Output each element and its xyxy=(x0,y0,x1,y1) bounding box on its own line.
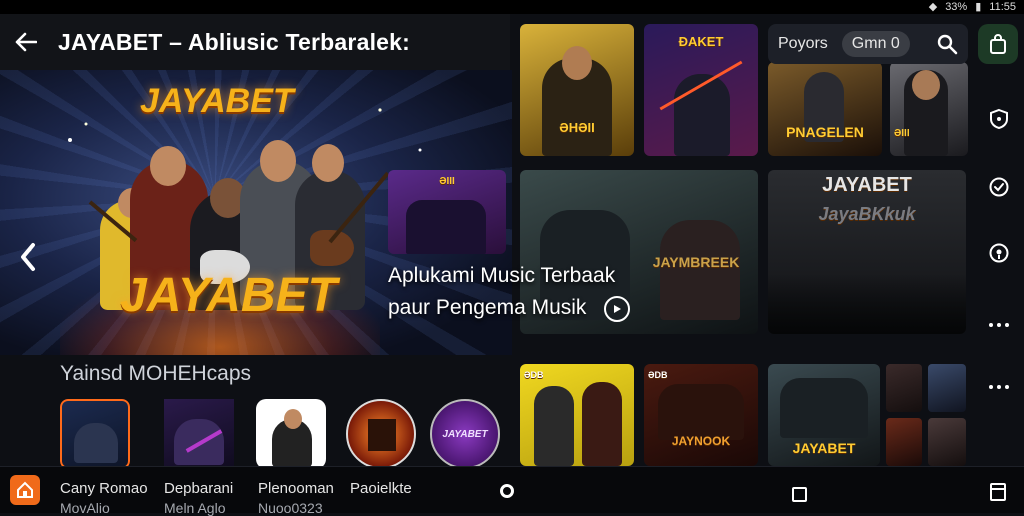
bottom-nav-bar: Cany Romao MovAlio Depbarani Meln Aglo P… xyxy=(0,466,1024,516)
tile-caption: ƏDB xyxy=(524,370,544,380)
tile-caption: PNAGELEN xyxy=(786,124,864,140)
status-time: 11:55 xyxy=(989,1,1016,13)
tile-subcaption: JayaBKkuk xyxy=(818,204,916,224)
system-menu-button[interactable] xyxy=(990,483,1006,501)
band-silhouette xyxy=(780,378,868,438)
tile-caption: ƏIII xyxy=(439,176,455,187)
album-tile[interactable]: JAYNOOK ƏDB xyxy=(644,364,758,466)
bottom-nav-item-1-sub: MovAlio xyxy=(60,500,110,516)
wifi-icon: ◆ xyxy=(928,1,938,13)
tile-caption: JAYABET xyxy=(822,174,912,196)
band-member-head xyxy=(150,146,186,186)
app-icon-tile[interactable] xyxy=(164,399,234,469)
thumb-tile[interactable] xyxy=(886,418,922,466)
clock-check-icon[interactable] xyxy=(986,174,1012,200)
hero-brand-bottom: JAYABET xyxy=(120,269,337,322)
tile-caption: JAYABET xyxy=(792,440,856,456)
battery-icon: ▮ xyxy=(975,1,982,13)
album-tile[interactable]: JAYABET xyxy=(768,364,880,466)
play-icon[interactable] xyxy=(604,296,630,322)
bottom-nav-item-2[interactable]: Depbarani xyxy=(164,480,233,497)
filter-chip[interactable]: Poyors xyxy=(768,31,838,57)
home-icon xyxy=(17,481,33,498)
artist-figure xyxy=(582,382,622,466)
page-title: JAYABET – Abliusic Terbaralek: xyxy=(58,28,410,55)
tile-caption: JAYMBREEK xyxy=(652,254,740,270)
album-tile[interactable]: ĐAKET xyxy=(644,24,758,156)
album-tile[interactable]: PNAGELEN xyxy=(768,62,882,156)
carousel-prev-chevron-icon[interactable] xyxy=(16,240,40,274)
album-tile[interactable]: ƏDB xyxy=(520,364,634,466)
status-bar: ◆ 33% ▮ 11:55 xyxy=(0,0,1024,14)
band-silhouette xyxy=(660,220,740,320)
crowd-shadow xyxy=(768,274,966,334)
search-icon[interactable] xyxy=(936,33,958,55)
tile-caption: ƏDB xyxy=(648,370,668,380)
section-title: Yainsd MOHEHcaps xyxy=(60,362,252,385)
album-tile[interactable]: ƏIII xyxy=(388,170,506,254)
featured-title: Aplukami Music Terbaak xyxy=(388,264,616,287)
app-icon-tile[interactable] xyxy=(60,399,130,469)
filter-chip-selected[interactable]: Gmn 0 xyxy=(841,31,910,57)
shield-icon[interactable] xyxy=(986,106,1012,132)
band-member-head xyxy=(312,144,344,182)
tile-caption: ƏIII xyxy=(894,128,910,139)
album-tile[interactable]: JAYABET JayaBKkuk xyxy=(768,170,966,334)
artist-head xyxy=(912,70,940,100)
album-tile[interactable]: ƏIII xyxy=(890,62,968,156)
thumb-tile[interactable] xyxy=(886,364,922,412)
bottom-nav-item-2-sub: Meln Aglo xyxy=(164,500,226,516)
app-icon-tile[interactable] xyxy=(256,399,326,469)
album-tile[interactable]: ƏHƏII xyxy=(520,24,634,156)
location-pin-icon[interactable] xyxy=(986,240,1012,266)
figure-head xyxy=(284,409,302,429)
featured-subtitle: paur Pengema Musik xyxy=(388,296,587,319)
filter-search-bar: Poyors Gmn 0 xyxy=(768,24,968,64)
tile-caption: ĐAKET xyxy=(678,34,724,49)
app-icon-tile[interactable]: JAYABET xyxy=(430,399,500,469)
tile-label: JAYABET xyxy=(442,429,488,440)
tile-caption: ƏHƏII xyxy=(559,120,595,135)
system-recents-button[interactable] xyxy=(792,487,807,502)
tile-caption: JAYNOOK xyxy=(671,434,731,448)
bottom-nav-item-1[interactable]: Cany Romao xyxy=(60,480,148,497)
bottom-nav-item-3-sub: Nuoo0323 xyxy=(258,500,323,516)
hero-brand-top: JAYABET xyxy=(140,82,294,120)
thumb-tile[interactable] xyxy=(928,364,966,412)
thumb-tile[interactable] xyxy=(928,418,966,466)
bottom-nav-item-4[interactable]: Paoielkte xyxy=(350,480,412,497)
shopping-bag-icon xyxy=(990,34,1006,54)
home-button[interactable] xyxy=(10,475,40,505)
more-horizontal-icon[interactable] xyxy=(986,374,1012,400)
artist-figure xyxy=(534,386,574,466)
bottom-nav-item-3[interactable]: Plenooman xyxy=(258,480,334,497)
band-silhouette xyxy=(406,200,486,254)
system-home-button[interactable] xyxy=(500,484,514,498)
band-member-head xyxy=(260,140,296,182)
artist-head xyxy=(562,46,592,80)
shopping-bag-button[interactable] xyxy=(978,24,1018,64)
back-arrow-icon[interactable] xyxy=(14,30,38,54)
more-horizontal-icon[interactable] xyxy=(986,312,1012,338)
logo-mark xyxy=(368,419,396,451)
top-app-bar: JAYABET – Abliusic Terbaralek: xyxy=(0,14,510,70)
figure-silhouette xyxy=(74,423,118,463)
app-icon-tile[interactable] xyxy=(346,399,416,469)
battery-percent: 33% xyxy=(945,1,968,13)
band-silhouette xyxy=(658,384,744,440)
